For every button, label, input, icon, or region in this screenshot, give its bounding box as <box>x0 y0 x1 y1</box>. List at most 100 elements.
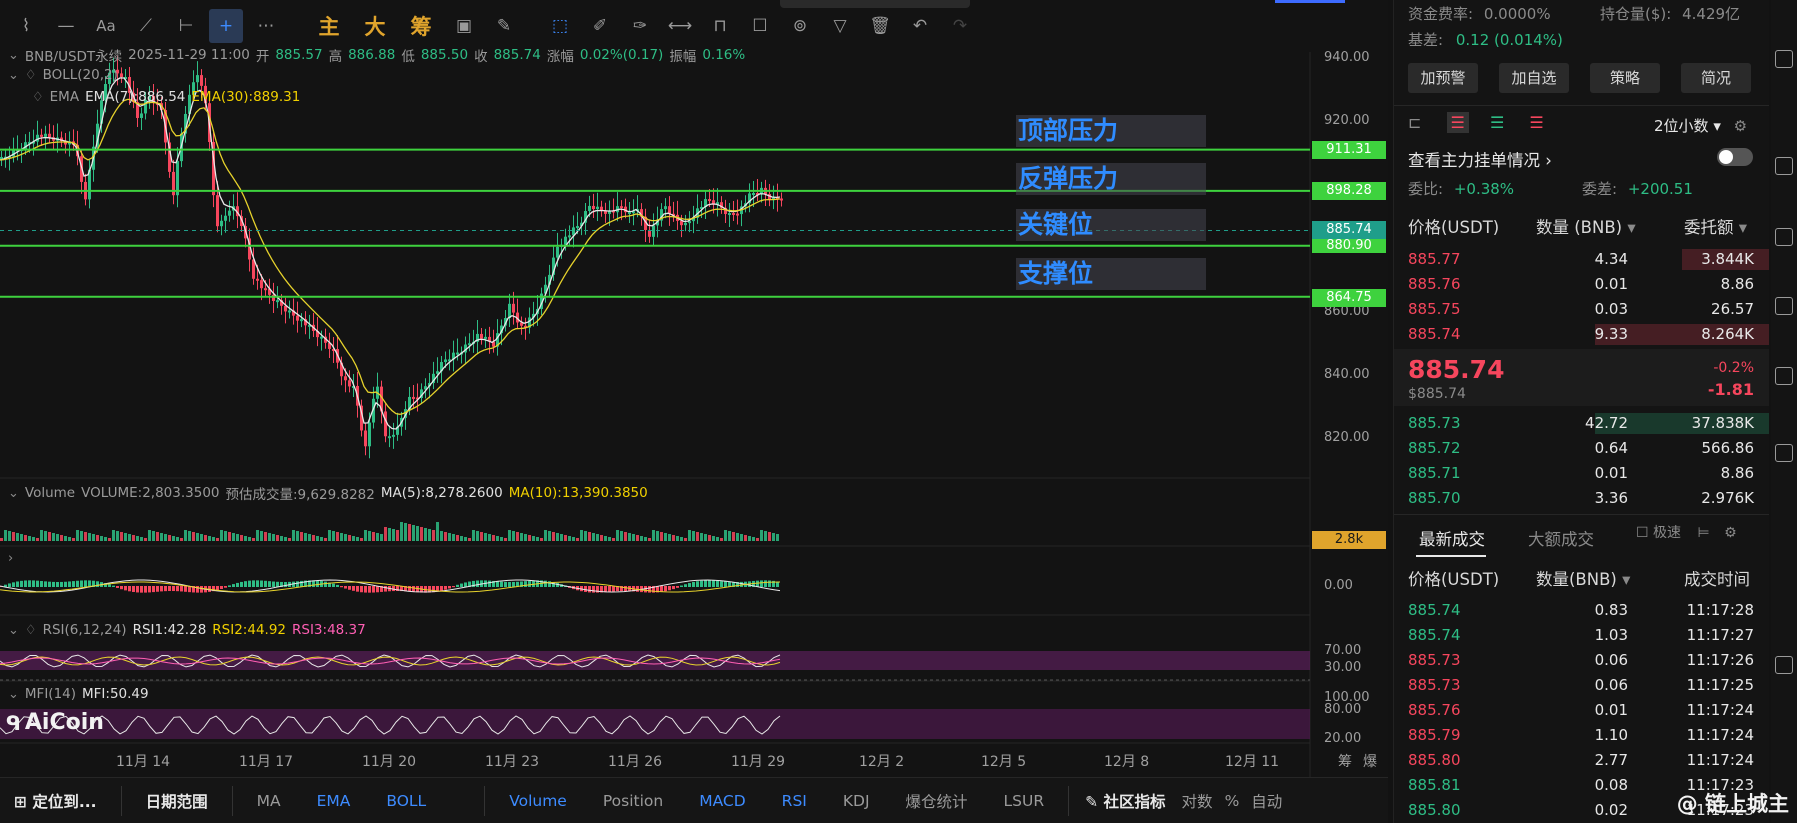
sub-position[interactable]: Position <box>585 792 681 810</box>
sub-lsur[interactable]: LSUR <box>986 792 1063 810</box>
volume-bar <box>740 534 743 541</box>
trades-col-qty[interactable]: 数量(BNB) ▾ <box>1536 566 1630 590</box>
percent-toggle[interactable]: % <box>1219 792 1246 810</box>
macd-bar <box>12 582 15 587</box>
level-tag-911: 911.31 <box>1312 141 1386 159</box>
divider <box>231 785 233 816</box>
indicator-boll[interactable]: BOLL <box>368 792 444 810</box>
liquidation-toggle[interactable]: 爆 <box>1363 751 1377 771</box>
settings-icon[interactable]: ⚙ <box>1734 117 1747 135</box>
ask-row[interactable]: 885.76 0.01 8.86 <box>1394 272 1769 297</box>
ask-price: 885.76 <box>1408 275 1461 293</box>
ratio-value: +0.38% <box>1453 180 1515 198</box>
sub-liquidation[interactable]: 爆仓统计 <box>888 790 986 812</box>
tools-icon[interactable] <box>1775 444 1793 462</box>
ask-row[interactable]: 885.75 0.03 26.57 <box>1394 297 1769 322</box>
auto-scale-toggle[interactable]: 自动 <box>1245 790 1288 812</box>
sub-volume[interactable]: Volume <box>491 792 585 810</box>
tab-large-trades[interactable]: 大额成交 <box>1528 526 1594 550</box>
volume-bar <box>588 532 591 541</box>
decimals-select[interactable]: 2位小数 ▾ ⚙ <box>1654 115 1747 136</box>
volume-bar <box>140 537 143 541</box>
bid-row[interactable]: 885.72 0.64 566.86 <box>1394 436 1769 461</box>
sub-macd[interactable]: MACD <box>681 792 763 810</box>
macd-bar <box>372 586 375 593</box>
collapse-chevron-icon[interactable]: ⌄ <box>8 687 19 702</box>
community-indicators-button[interactable]: ✎ 社区指标 <box>1075 790 1175 812</box>
window-icon[interactable] <box>1775 50 1793 68</box>
trade-time: 11:17:25 <box>1686 676 1754 694</box>
funding-label: 资金费率: <box>1408 5 1474 23</box>
date-range-button[interactable]: 日期范围 <box>128 790 226 812</box>
settings-icon[interactable]: ⚙ <box>1724 525 1737 541</box>
volume-ma10: MA(10):13,390.3850 <box>508 485 648 501</box>
alert-bell-icon[interactable]: ♢ <box>32 90 44 105</box>
volume-bar <box>376 533 379 541</box>
asks-only-icon[interactable]: ☰ <box>1529 113 1543 132</box>
rsi-axis-low: 30.00 <box>1324 660 1362 675</box>
ask-row[interactable]: 885.77 4.34 3.844K <box>1394 247 1769 272</box>
main-orders-toggle[interactable] <box>1717 148 1753 166</box>
macd-bar <box>696 581 699 587</box>
rsi-name: RSI(6,12,24) <box>42 622 127 638</box>
overview-button[interactable]: 简况 <box>1681 63 1751 93</box>
volume-bar <box>452 534 455 541</box>
volume-bar <box>500 537 503 541</box>
sub-rsi[interactable]: RSI <box>764 792 825 810</box>
bids-only-icon[interactable]: ☰ <box>1490 113 1504 132</box>
chat-icon[interactable] <box>1775 157 1793 175</box>
bid-row[interactable]: 885.73 42.72 37.838K <box>1394 411 1769 436</box>
volume-bar <box>112 530 115 541</box>
macd-bar <box>244 581 247 587</box>
main-orders-link[interactable]: 查看主力挂单情况 › <box>1408 147 1552 171</box>
boll-legend: ⌄ ♢ BOLL(20,2) <box>8 67 118 83</box>
layout-icon[interactable] <box>1775 228 1793 246</box>
macd-bar <box>56 581 59 587</box>
collapse-chevron-icon[interactable]: ⌄ <box>8 486 19 501</box>
pin-icon[interactable]: ⊏ <box>1408 113 1421 132</box>
calendar-icon[interactable] <box>1775 297 1793 315</box>
expand-chevron-icon[interactable]: › <box>8 551 13 566</box>
fast-mode-toggle[interactable]: ☐ 极速 ⊨ ⚙ <box>1636 522 1737 542</box>
alert-bell-icon[interactable]: ♢ <box>25 68 37 83</box>
macd-bar <box>108 584 111 587</box>
alert-bell-icon[interactable]: ♢ <box>25 623 37 638</box>
checkbox-icon[interactable]: ☐ <box>1636 525 1649 541</box>
candle-body <box>276 300 279 303</box>
camera-icon[interactable] <box>1775 367 1793 385</box>
trade-price: 885.74 <box>1408 626 1461 644</box>
orderbook-header: 价格(USDT) 数量 (BNB) ▾ 委托额 ▾ <box>1394 214 1769 238</box>
add-alert-button[interactable]: 加预警 <box>1408 63 1478 93</box>
macd-bar <box>496 581 499 587</box>
add-watchlist-button[interactable]: 加自选 <box>1499 63 1569 93</box>
volume-bar <box>396 530 399 541</box>
bid-row[interactable]: 885.70 3.36 2.976K <box>1394 486 1769 511</box>
bid-row[interactable]: 885.71 0.01 8.86 <box>1394 461 1769 486</box>
date-axis-label: 12月 11 <box>1225 754 1280 770</box>
chips-toggle[interactable]: 筹 <box>1338 751 1352 771</box>
chart-panel[interactable]: ⌇ — Aa ⟋ ⊢ + ⋯ 主 大 筹 ▣ ✎ ⬚ ✐ ✑ ⟷ ⊓ ☐ ⊚ ▽… <box>0 0 1388 823</box>
grid-icon[interactable] <box>1775 656 1793 674</box>
volume-bar <box>76 530 79 541</box>
strategy-button[interactable]: 策略 <box>1590 63 1660 93</box>
col-qty[interactable]: 数量 (BNB) ▾ <box>1536 214 1636 238</box>
col-amount[interactable]: 委托额 ▾ <box>1684 214 1747 238</box>
indicator-ema[interactable]: EMA <box>299 792 369 810</box>
log-scale-toggle[interactable]: 对数 <box>1176 790 1219 812</box>
basis-label: 基差: <box>1408 31 1444 49</box>
ask-row[interactable]: 885.74 9.33 8.264K <box>1394 322 1769 347</box>
locate-button[interactable]: ⊞ 定位到... <box>0 790 115 812</box>
both-sides-icon[interactable]: ☰ <box>1446 112 1469 133</box>
filter-list-icon[interactable]: ⊨ <box>1697 525 1709 541</box>
sub-kdj[interactable]: KDJ <box>825 792 888 810</box>
macd-bar <box>664 586 667 592</box>
orderbook-view-icons: ⊏ ☰ ☰ ☰ <box>1408 112 1544 133</box>
collapse-chevron-icon[interactable]: ⌄ <box>8 68 19 83</box>
candle-body <box>272 294 275 302</box>
tab-latest-trades[interactable]: 最新成交 <box>1419 526 1485 550</box>
volume-bar <box>156 532 159 541</box>
indicator-ma[interactable]: MA <box>239 792 299 810</box>
collapse-chevron-icon[interactable]: ⌄ <box>8 623 19 638</box>
date-axis-label: 11月 29 <box>731 754 786 770</box>
collapse-chevron-icon[interactable]: ⌄ <box>8 48 19 63</box>
